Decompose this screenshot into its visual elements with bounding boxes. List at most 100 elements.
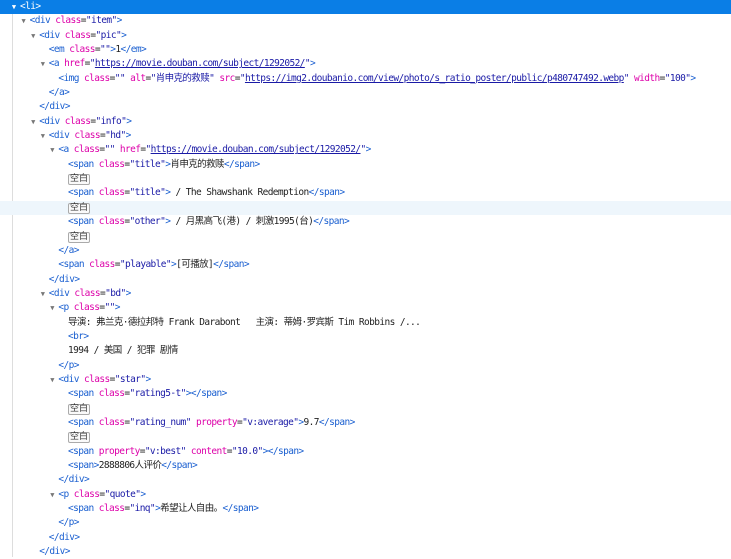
attribute-name: property [93,445,141,457]
tree-node[interactable]: </a> [0,244,731,258]
tree-node[interactable]: <span property="v:best" content="10.0"><… [0,445,731,459]
tree-node[interactable]: ▼ <p class=""> [0,301,731,315]
expand-toggle-icon[interactable]: ▼ [29,115,37,129]
tree-node-selected[interactable]: ▼ <li> [0,0,731,15]
whitespace-badge[interactable]: 空白 [68,202,91,214]
tree-node[interactable]: 空白 [0,200,731,216]
attribute-value: "10.0" [231,445,263,457]
tree-node[interactable]: <span class="title"> / The Shawshank Red… [0,186,731,200]
attribute-name: class [59,29,91,41]
tree-node[interactable]: <span class="rating_num" property="v:ave… [0,416,731,430]
expand-toggle-icon[interactable]: ▼ [10,0,18,14]
tree-node[interactable]: ▼ <a class="" href="https://movie.douban.… [0,143,731,157]
attribute-name: property [190,416,238,428]
attribute-name: class [93,388,125,400]
tree-node[interactable]: 空白 [0,230,731,244]
expand-toggle-icon[interactable]: ▼ [39,129,47,143]
tree-node[interactable]: </p> [0,359,731,373]
tag-token: <span [58,259,84,271]
attribute-name: class [50,15,81,27]
tag-token: </p> [58,517,79,529]
text-node: / The Shawshank Redemption [170,187,310,199]
node-content: </div> [49,273,80,287]
tag-token: </div> [48,531,80,543]
whitespace-badge[interactable]: 空白 [68,231,91,243]
tag-token: > [145,373,151,385]
tag-token: <div [39,29,60,41]
tree-node[interactable]: ▼ <div class="hd"> [0,129,731,143]
tag-token: <em [48,44,65,56]
attribute-name: src [214,72,235,84]
tree-node[interactable]: </div> [0,473,731,487]
tree-node[interactable]: ▼ <div class="star"> [0,373,731,387]
node-content: <em class="">1</em> [48,43,147,57]
tree-node[interactable]: 空白 [0,430,731,444]
tree-node[interactable]: ▼ <div class="pic"> [0,29,731,43]
tree-node[interactable]: 空白 [0,402,731,416]
tree-node[interactable]: ▼ <div class="item"> [0,14,731,28]
tree-node[interactable]: </p> [0,516,731,530]
tag-token: <img [58,72,79,84]
text-node: 1994 / 美国 / 犯罪 剧情 [68,345,178,357]
node-content: <a class="" href="https://movie.douban.c… [58,143,371,157]
node-content: <span class="inq">希望让人自由。</span> [68,502,259,516]
node-content: </a> [49,86,70,100]
tag-token: <p [58,488,69,500]
tree-node[interactable]: ▼ <div class="bd"> [0,287,731,301]
whitespace-badge[interactable]: 空白 [68,432,91,444]
tag-token: </span> [213,259,249,271]
tree-node[interactable]: <span class="other"> / 月黑高飞(港) / 刺激1995(… [0,215,731,229]
attribute-value: "rating5-t" [129,388,186,400]
expand-toggle-icon[interactable]: ▼ [48,143,56,157]
tag-token: </span> [313,216,350,228]
dom-tree-panel: ▼ <li> ▼ <div class="item"> ▼ <div class="pic… [0,0,731,559]
attribute-name: alt [124,72,146,84]
tag-token: > [121,29,127,41]
tree-node[interactable]: <em class="">1</em> [0,43,731,57]
tree-node[interactable]: 空白 [0,172,731,186]
tree-node[interactable]: </div> [0,273,731,287]
tree-node[interactable]: <span>2888806人评价</span> [0,459,731,473]
attribute-value: "" [104,144,115,156]
tree-node[interactable]: <span class="title">肖申克的救赎</span> [0,158,731,172]
tag-token: </div> [58,474,90,486]
tree-node[interactable]: ▼ <div class="info"> [0,115,731,129]
tree-node[interactable]: 导演: 弗兰克·德拉邦特 Frank Darabont 主演: 蒂姆·罗宾斯 T… [0,316,731,330]
attribute-link[interactable]: https://movie.douban.com/subject/1292052… [95,58,306,69]
whitespace-badge[interactable]: 空白 [68,174,91,186]
expand-toggle-icon[interactable]: ▼ [48,373,56,387]
tag-token: <span [68,187,94,199]
tree-node[interactable]: ▼ <a href="https://movie.douban.com/subje… [0,57,731,71]
attribute-link[interactable]: https://img2.doubanio.com/view/photo/s_r… [245,73,624,84]
attribute-value: "pic" [95,29,122,41]
expand-toggle-icon[interactable]: ▼ [48,488,56,502]
expand-toggle-icon[interactable]: ▼ [39,57,47,71]
expand-toggle-icon[interactable]: ▼ [48,301,56,315]
attribute-value: "100" [664,72,691,84]
tree-node[interactable]: <span class="inq">希望让人自由。</span> [0,502,731,516]
tree-node[interactable]: <span class="rating5-t"></span> [0,387,731,401]
tree-node[interactable]: <span class="playable">[可播放]</span> [0,258,731,272]
expand-toggle-icon[interactable]: ▼ [20,14,28,28]
tree-node[interactable]: <img class="" alt="肖申克的救赎" src="https://… [0,72,731,86]
tree-node[interactable]: </a> [0,86,731,100]
tree-node[interactable]: </div> [0,100,731,114]
expand-toggle-icon[interactable]: ▼ [39,287,47,301]
node-content: <span class="rating5-t"></span> [68,387,227,401]
tree-node[interactable]: </div> [0,531,731,545]
attribute-name: content [185,445,227,457]
tree-node[interactable]: <br> [0,330,731,344]
attribute-value: "肖申克的救赎" [150,72,215,84]
attribute-link[interactable]: https://movie.douban.com/subject/1292052… [151,144,362,155]
attribute-name: class [78,72,110,84]
attribute-value: "hd" [105,130,126,142]
whitespace-badge[interactable]: 空白 [68,403,91,415]
attribute-name: class [84,259,115,271]
tag-token: > [125,130,132,142]
node-content: <div class="bd"> [49,287,132,301]
text-node: 肖申克的救赎 [170,158,224,170]
expand-toggle-icon[interactable]: ▼ [29,29,37,43]
tag-token: <span [68,388,94,400]
tree-node[interactable]: ▼ <p class="quote"> [0,488,731,502]
tree-node[interactable]: 1994 / 美国 / 犯罪 剧情 [0,344,731,358]
